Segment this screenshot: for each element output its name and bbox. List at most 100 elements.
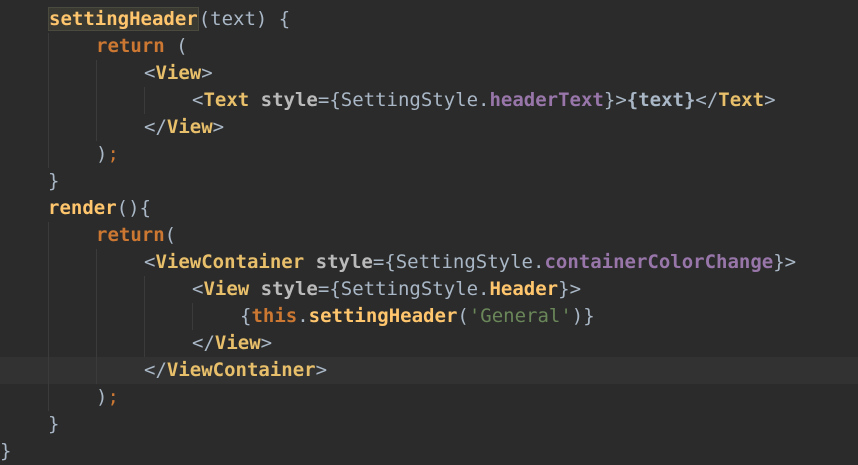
code-token: (text) { [198,8,291,30]
code-token: ) [96,386,108,408]
code-token: > [201,62,213,84]
indent-guide [96,249,97,276]
code-line[interactable]: </View> [0,114,858,141]
code-line[interactable]: </View> [0,330,858,357]
code-line[interactable]: return ( [0,33,858,60]
indent-guide [48,330,49,357]
code-text: </ViewContainer> [144,357,327,384]
code-line[interactable]: } [0,411,858,438]
code-token: = [317,278,330,300]
code-token: > [212,116,225,138]
code-token: < [144,251,156,273]
code-token: ViewContainer [166,359,316,381]
indent-guide [96,114,97,141]
code-token: } [0,440,12,462]
code-token: Header [489,278,559,300]
code-token: }> [603,89,627,111]
code-token: } [48,170,60,192]
code-token: render [48,197,117,219]
code-token: . [297,305,309,327]
code-text: <ViewContainer style={SettingStyle.conta… [144,249,796,276]
code-line[interactable]: } [0,168,858,195]
indent-guide [144,330,145,357]
code-token: View [203,278,250,300]
indent-guide [192,303,193,330]
code-text: <View style={SettingStyle.Header}> [192,276,581,303]
code-text: settingHeader(text) { [48,6,290,33]
code-token: containerColorChange [544,251,774,273]
code-token: View [166,116,213,138]
code-text: render(){ [48,195,151,222]
code-token: View [214,332,261,354]
code-token: ) [96,143,108,165]
indent-guide [48,114,49,141]
code-token: </ [192,332,215,354]
code-token: 'General' [468,305,572,327]
indent-guide [48,141,49,168]
code-token: ( [164,35,188,57]
indent-guide [144,87,145,114]
code-line[interactable]: <ViewContainer style={SettingStyle.conta… [0,249,858,276]
code-line[interactable]: <View> [0,60,858,87]
code-token: { [240,305,252,327]
code-text: ); [96,141,119,168]
code-line[interactable]: render(){ [0,195,858,222]
code-token: ( [457,305,469,327]
code-line[interactable]: ); [0,141,858,168]
indent-guide [96,87,97,114]
code-token: View [155,62,202,84]
indent-guide [48,384,49,411]
code-token: Text [203,89,250,111]
code-token: style [260,89,318,111]
code-token: ( [164,224,177,246]
code-line[interactable]: <View style={SettingStyle.Header}> [0,276,858,303]
code-token: < [192,89,204,111]
code-line-current[interactable]: </ViewContainer> [0,357,858,384]
code-text: return( [96,222,176,249]
code-token: > [764,89,776,111]
code-token: this [251,305,298,327]
code-editor[interactable]: settingHeader(text) {return (<View> <Text… [0,0,858,462]
code-text: return ( [96,33,188,60]
code-line[interactable]: {this.settingHeader('General')} [0,303,858,330]
indent-guide [96,357,97,384]
code-line[interactable]: settingHeader(text) { [0,6,858,33]
code-text: <Text style={SettingStyle.headerText}>{t… [192,87,776,114]
code-token: {SettingStyle. [329,89,490,111]
code-line[interactable]: return( [0,222,858,249]
code-token: {SettingStyle. [329,278,490,300]
code-text: } [48,168,59,195]
code-token: > [260,332,273,354]
code-line[interactable]: <Text style={SettingStyle.headerText}>{t… [0,87,858,114]
code-token: ; [107,143,119,165]
code-text: </View> [144,114,224,141]
code-text: } [0,438,11,465]
indent-guide [96,60,97,87]
code-token: < [192,278,204,300]
indent-guide [48,87,49,114]
code-token: return [96,35,165,57]
code-token: ; [107,386,119,408]
indent-guide [48,60,49,87]
code-token: settingHeader [308,305,458,327]
code-line[interactable]: } [0,438,858,465]
indent-guide [48,249,49,276]
code-token: </ [144,116,167,138]
code-token: return [96,224,165,246]
code-token: {SettingStyle. [384,251,545,273]
code-line[interactable]: ); [0,384,858,411]
code-token: style [260,278,318,300]
indent-guide [144,276,145,303]
indent-guide [96,303,97,330]
code-token: Text [718,89,765,111]
indent-guide [48,357,49,384]
code-token: ViewContainer [155,251,305,273]
code-token: > [315,359,328,381]
code-text: ); [96,384,119,411]
code-token: }> [558,278,582,300]
code-token: }> [773,251,797,273]
code-token: style [315,251,373,273]
indent-guide [96,276,97,303]
